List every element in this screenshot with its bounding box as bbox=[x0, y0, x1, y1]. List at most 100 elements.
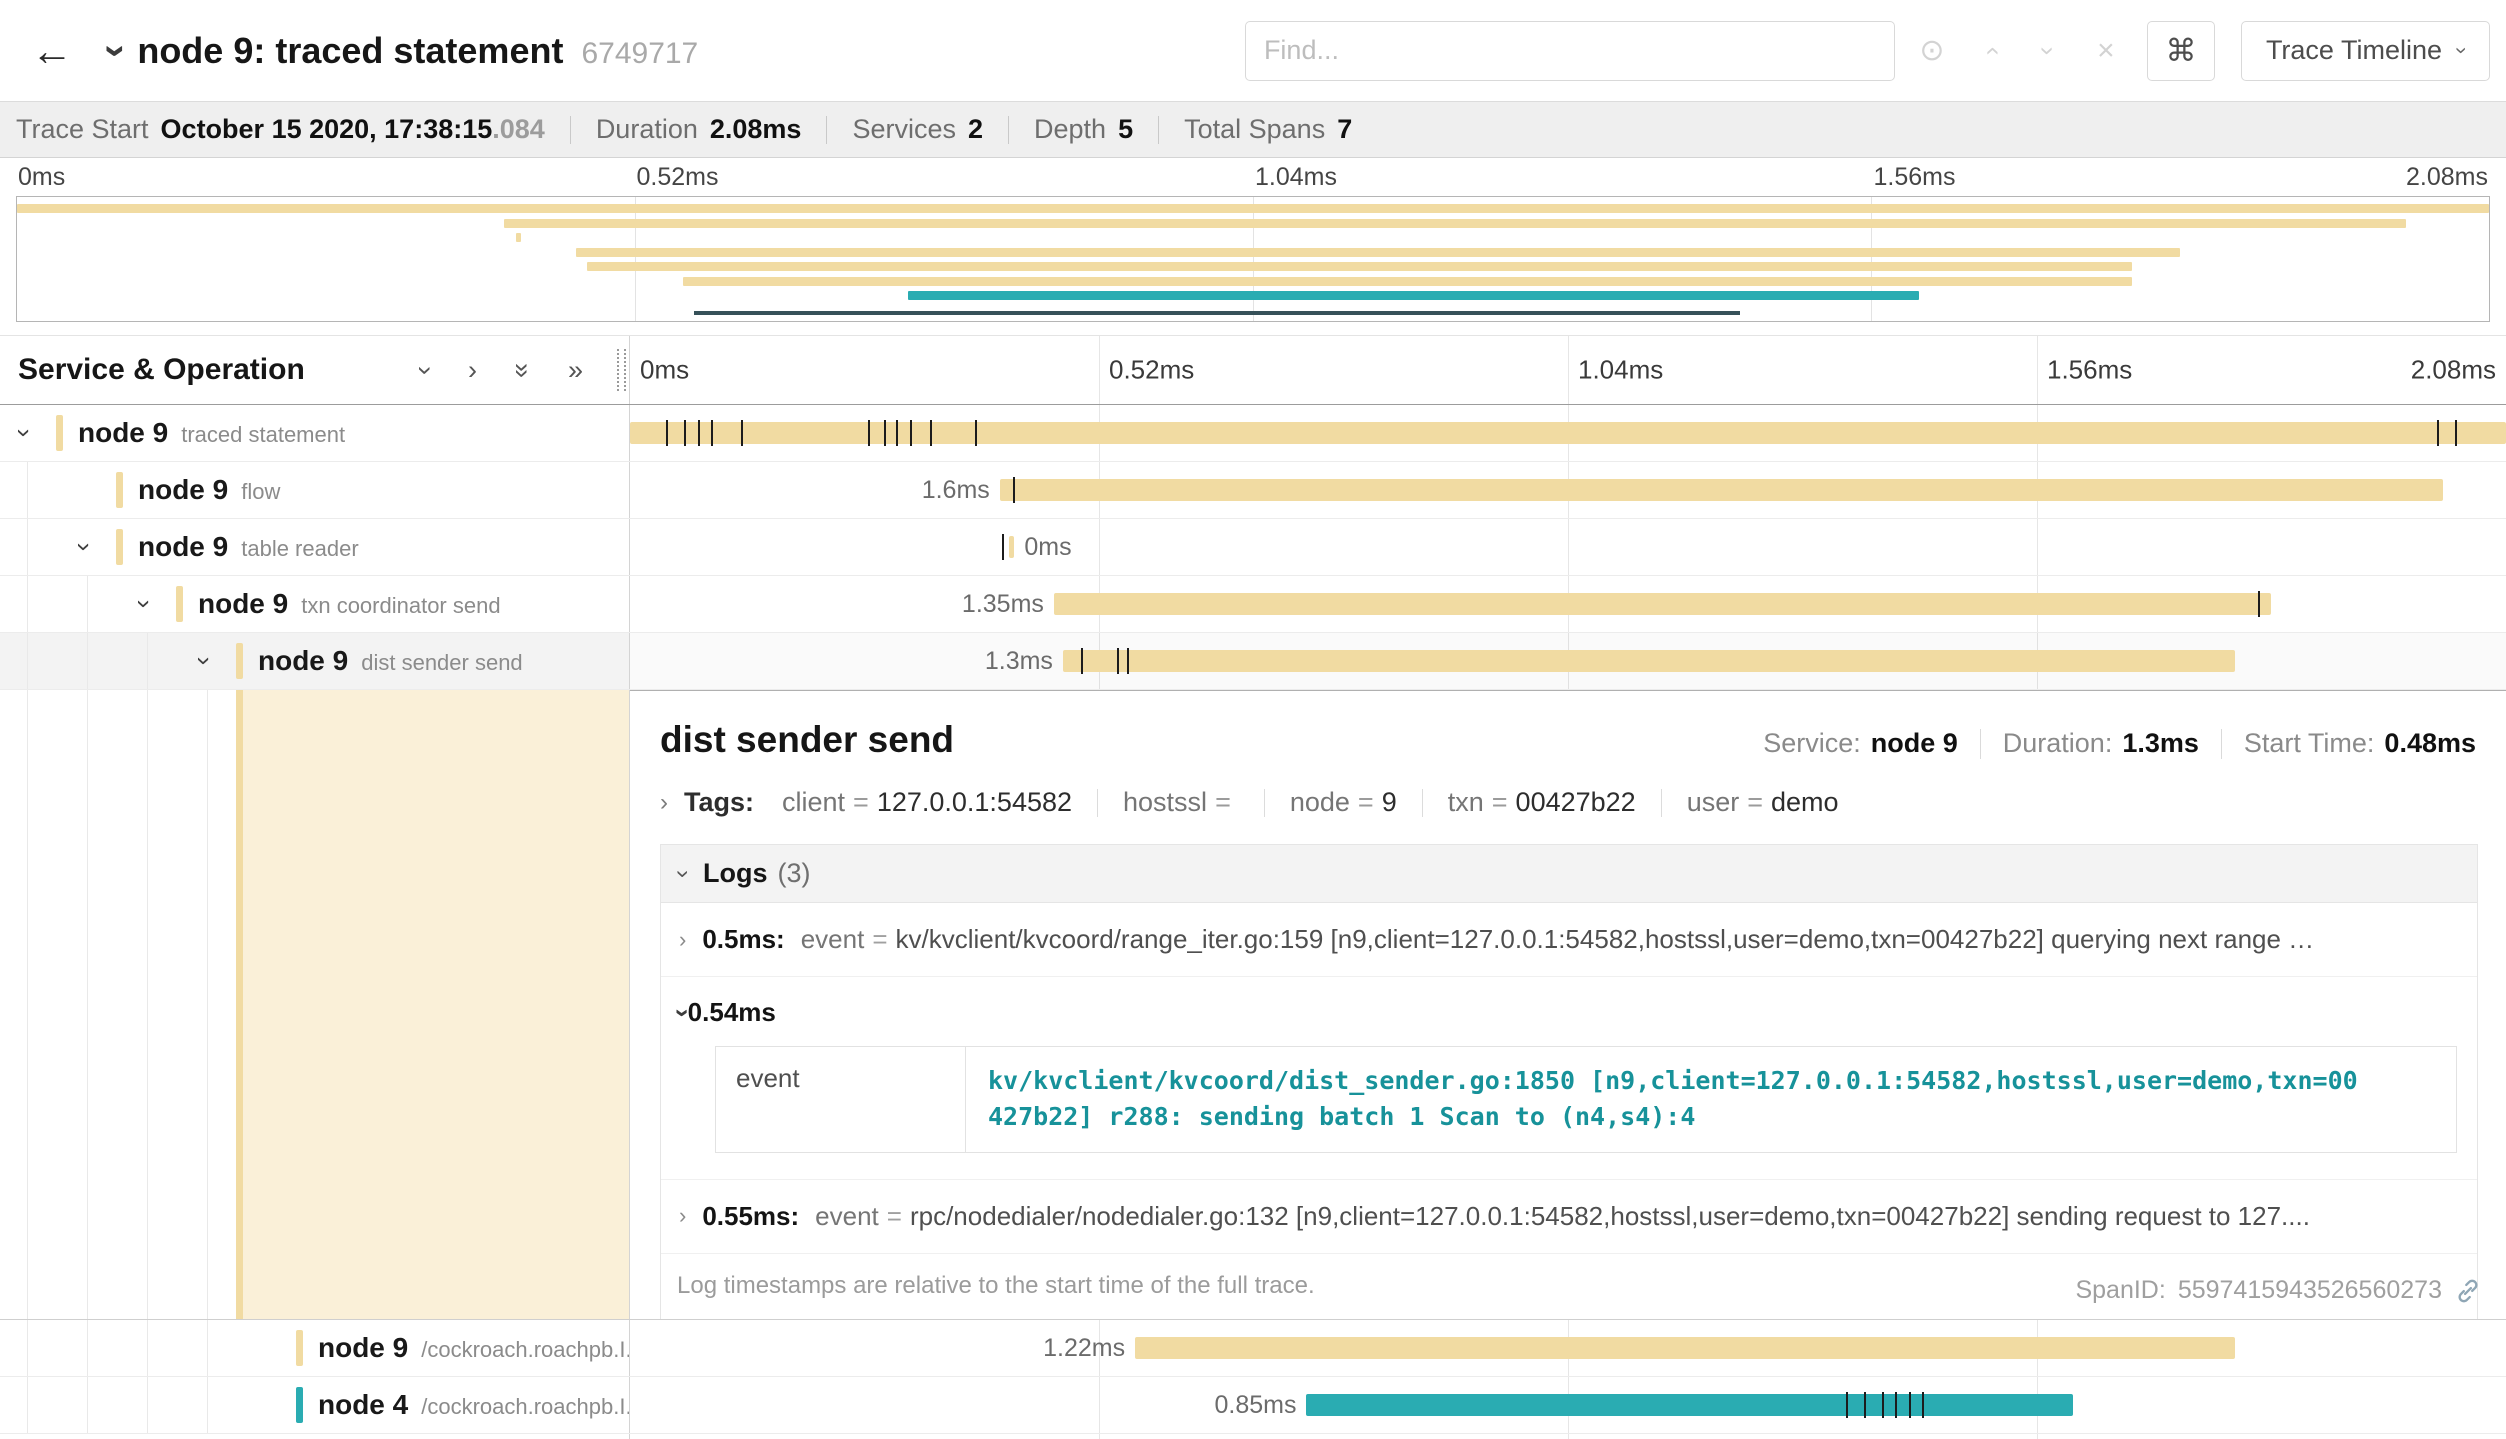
log-timestamp: 0.54ms bbox=[688, 997, 776, 1028]
indent-guide bbox=[27, 1377, 28, 1433]
focus-match-icon[interactable]: ⊙ bbox=[1903, 33, 1961, 68]
span-names: node 4/cockroach.roachpb.I... bbox=[318, 1389, 630, 1421]
meta-start-value: 0.48ms bbox=[2384, 728, 2476, 759]
collapse-all-icon[interactable]: » bbox=[509, 362, 536, 377]
summary-label: Services bbox=[852, 114, 956, 145]
log-marker-tick bbox=[1864, 1392, 1866, 1418]
collapse-chevron-icon[interactable]: › bbox=[12, 420, 38, 446]
timeline-axis: 0ms0.52ms1.04ms1.56ms2.08ms bbox=[630, 336, 2506, 404]
tags-row[interactable]: › Tags: client=127.0.0.1:54582hostssl=no… bbox=[660, 787, 2486, 818]
span-name-cell[interactable]: › node 9table reader bbox=[0, 519, 630, 575]
timeline-column-header: Service & Operation › › » » 0ms0.52ms1.0… bbox=[0, 335, 2506, 405]
span-detail-indent bbox=[0, 690, 630, 1319]
span-name-cell[interactable]: ›node 9txn coordinator send bbox=[0, 576, 630, 632]
service-name: node 9 bbox=[198, 588, 288, 620]
summary-label: Duration bbox=[596, 114, 698, 145]
span-name-cell[interactable]: ›node 9traced statement bbox=[0, 405, 630, 461]
span-bar-cell[interactable]: 1.3ms bbox=[630, 633, 2506, 689]
prev-match-icon[interactable]: › bbox=[1961, 34, 2019, 68]
span-bar-cell[interactable]: 1.22ms bbox=[630, 1320, 2506, 1376]
logs-header[interactable]: › Logs (3) bbox=[661, 845, 2477, 903]
span-bar-cell[interactable]: 0ms bbox=[630, 519, 2506, 575]
collapse-chevron-icon[interactable]: › bbox=[72, 534, 98, 560]
span-names: node 9table reader bbox=[138, 531, 359, 563]
service-color-bar bbox=[56, 415, 63, 451]
minimap-canvas[interactable] bbox=[16, 196, 2490, 322]
indent-guide bbox=[27, 633, 28, 689]
meta-service-label: Service: bbox=[1763, 728, 1861, 759]
service-name: node 9 bbox=[138, 474, 228, 506]
tag-equals: = bbox=[1215, 787, 1231, 818]
log-field-value: kv/kvclient/kvcoord/dist_sender.go:1850 … bbox=[966, 1047, 2382, 1152]
indent-guide bbox=[207, 1377, 208, 1433]
span-row[interactable]: ›node 9txn coordinator send1.35ms bbox=[0, 576, 2506, 633]
indent-guide bbox=[87, 576, 88, 632]
span-bar[interactable] bbox=[1306, 1394, 2073, 1416]
tag-item: hostssl= bbox=[1123, 787, 1239, 818]
keyboard-shortcuts-button[interactable]: ⌘ bbox=[2147, 21, 2215, 81]
find-input[interactable] bbox=[1245, 21, 1895, 81]
span-row[interactable]: › node 9dist sender send 1.3ms bbox=[0, 633, 2506, 690]
span-bar[interactable] bbox=[1000, 479, 2443, 501]
link-icon[interactable] bbox=[2454, 1277, 2482, 1305]
span-bar-cell[interactable]: 0.85ms bbox=[630, 1377, 2506, 1433]
log-entry[interactable]: › 0.55ms: event = rpc/nodedialer/nodedia… bbox=[661, 1179, 2477, 1253]
log-field-value: rpc/nodedialer/nodedialer.go:132 [n9,cli… bbox=[910, 1201, 2310, 1232]
summary-value: 2 bbox=[968, 114, 983, 145]
span-row[interactable]: node 4/cockroach.roachpb.I...0.85ms bbox=[0, 1377, 2506, 1434]
span-name-cell[interactable]: › node 9dist sender send bbox=[0, 633, 630, 689]
span-bar[interactable] bbox=[1063, 650, 2236, 672]
indent-guide bbox=[27, 576, 28, 632]
span-bar-cell[interactable] bbox=[630, 405, 2506, 461]
span-row[interactable]: node 9/cockroach.roachpb.I...1.22ms bbox=[0, 1320, 2506, 1377]
tag-item: user=demo bbox=[1687, 787, 1839, 818]
indent-guide bbox=[27, 1320, 28, 1376]
tag-item: txn=00427b22 bbox=[1448, 787, 1636, 818]
expand-one-icon[interactable]: › bbox=[468, 357, 477, 384]
span-duration-label: 1.6ms bbox=[922, 476, 990, 505]
span-name-cell[interactable]: node 9/cockroach.roachpb.I... bbox=[0, 1320, 630, 1376]
service-color-bar bbox=[296, 1330, 303, 1366]
span-row[interactable]: ›node 9traced statement bbox=[0, 405, 2506, 462]
timeline-axis-tick: 0.52ms bbox=[1109, 355, 1194, 386]
span-bar-cell[interactable]: 1.6ms bbox=[630, 462, 2506, 518]
span-name-cell[interactable]: node 4/cockroach.roachpb.I... bbox=[0, 1377, 630, 1433]
span-detail-row: dist sender send Service:node 9 Duration… bbox=[0, 690, 2506, 1320]
timeline-axis-tick: 0ms bbox=[18, 163, 65, 192]
span-name-cell[interactable]: node 9flow bbox=[0, 462, 630, 518]
span-bar[interactable] bbox=[1009, 536, 1014, 558]
log-marker-tick bbox=[1909, 1392, 1911, 1418]
clear-find-icon[interactable]: × bbox=[2077, 34, 2135, 68]
trace-collapse-chevron-icon[interactable]: › bbox=[97, 44, 137, 57]
back-button[interactable]: ← bbox=[16, 30, 88, 72]
minimap-span-bar bbox=[17, 204, 2489, 213]
service-name: node 4 bbox=[318, 1389, 408, 1421]
log-field-key: event bbox=[815, 1201, 879, 1232]
collapse-chevron-icon[interactable]: › bbox=[192, 648, 218, 674]
next-match-icon[interactable]: › bbox=[2019, 34, 2077, 68]
jaeger-trace-page: ← › node 9: traced statement 6749717 ⊙ ›… bbox=[0, 0, 2506, 1439]
span-bar[interactable] bbox=[1135, 1337, 2235, 1359]
collapse-one-icon[interactable]: › bbox=[412, 366, 439, 375]
span-id-value: 5597415943526560273 bbox=[2178, 1276, 2442, 1305]
column-gridline bbox=[1099, 336, 1100, 404]
summary-value: 2.08ms bbox=[710, 114, 802, 145]
span-detail-title: dist sender send bbox=[660, 719, 954, 761]
log-entry-header[interactable]: › 0.54ms bbox=[679, 997, 2459, 1028]
summary-item: Depth5 bbox=[1034, 114, 1133, 145]
log-entry[interactable]: › 0.5ms: event = kv/kvclient/kvcoord/ran… bbox=[661, 903, 2477, 976]
span-bar[interactable] bbox=[1054, 593, 2272, 615]
trace-title: node 9: traced statement bbox=[137, 30, 563, 72]
bottom-filler bbox=[0, 1434, 2506, 1439]
log-marker-tick bbox=[868, 420, 870, 446]
collapse-chevron-icon[interactable]: › bbox=[132, 591, 158, 617]
span-bar-cell[interactable]: 1.35ms bbox=[630, 576, 2506, 632]
expand-all-icon[interactable]: » bbox=[568, 357, 583, 384]
span-names: node 9dist sender send bbox=[258, 645, 523, 677]
tag-value: 127.0.0.1:54582 bbox=[877, 787, 1072, 818]
log-marker-tick bbox=[1846, 1392, 1848, 1418]
panel-resize-grip[interactable] bbox=[617, 349, 626, 391]
span-row[interactable]: › node 9table reader 0ms bbox=[0, 519, 2506, 576]
span-row[interactable]: node 9flow 1.6ms bbox=[0, 462, 2506, 519]
view-options-button[interactable]: Trace Timeline › bbox=[2241, 21, 2490, 81]
